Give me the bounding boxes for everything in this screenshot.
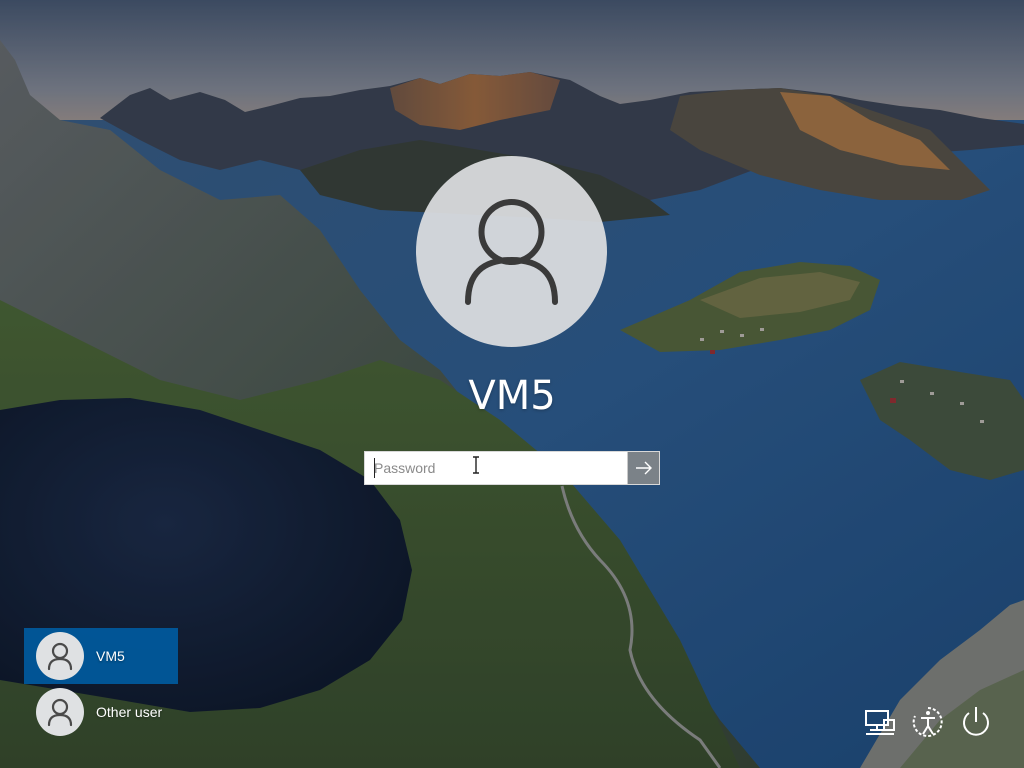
- network-icon: [865, 710, 895, 735]
- password-input[interactable]: [365, 452, 627, 484]
- power-icon: [963, 707, 989, 736]
- power-button[interactable]: [958, 704, 994, 740]
- submit-button[interactable]: [627, 452, 659, 484]
- lock-screen: VM5 VM5 Other user: [0, 0, 1024, 768]
- user-tile-label: VM5: [96, 648, 125, 664]
- ibeam-cursor-icon: [473, 456, 479, 474]
- ease-of-access-icon: [912, 707, 943, 737]
- user-tile-other-user[interactable]: Other user: [24, 684, 178, 740]
- user-avatar-large: [416, 156, 607, 347]
- avatar: [36, 688, 84, 736]
- ease-of-access-button[interactable]: [910, 704, 946, 740]
- user-tile-vm5[interactable]: VM5: [24, 628, 178, 684]
- network-button[interactable]: [862, 704, 898, 740]
- arrow-right-icon: [635, 461, 652, 475]
- user-icon: [465, 199, 558, 305]
- user-tile-label: Other user: [96, 704, 163, 720]
- username-label: VM5: [468, 373, 556, 419]
- user-icon: [47, 642, 73, 671]
- password-field-container: [364, 451, 660, 485]
- text-caret: [374, 458, 375, 478]
- avatar: [36, 632, 84, 680]
- user-icon: [47, 698, 73, 727]
